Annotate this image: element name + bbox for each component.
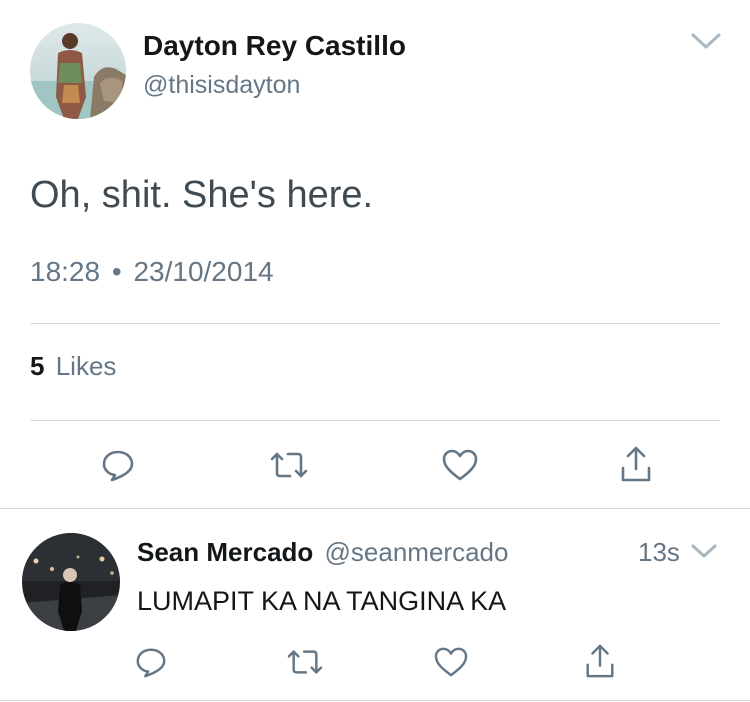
- divider-bottom: [0, 508, 750, 509]
- reply-header: Sean Mercado @seanmercado: [137, 536, 508, 568]
- reply-author-name[interactable]: Sean Mercado: [137, 537, 313, 567]
- divider-top: [30, 323, 720, 324]
- reply-reply-icon[interactable]: [134, 645, 168, 679]
- heart-icon[interactable]: [441, 448, 479, 482]
- tweet-timestamp[interactable]: 18:28 • 23/10/2014: [30, 255, 274, 289]
- retweet-icon[interactable]: [269, 447, 309, 483]
- timestamp-separator: •: [111, 256, 122, 287]
- reply-age: 13s: [638, 537, 680, 567]
- tweet-date: 23/10/2014: [133, 256, 274, 287]
- reply-chevron-down-icon[interactable]: [690, 540, 718, 562]
- reply-author-handle[interactable]: @seanmercado: [325, 537, 509, 567]
- tweet-time: 18:28: [30, 256, 101, 287]
- reply-author-avatar[interactable]: [22, 533, 120, 631]
- author-handle[interactable]: @thisisdayton: [143, 69, 300, 101]
- reply-text: LUMAPIT KA NA TANGINA KA: [137, 586, 507, 616]
- likes-label: Likes: [55, 351, 117, 381]
- reply-retweet-icon[interactable]: [286, 645, 324, 679]
- reply-heart-icon[interactable]: [433, 646, 469, 678]
- likes-stat[interactable]: 5 Likes: [30, 350, 116, 382]
- share-icon[interactable]: [618, 444, 654, 484]
- reply-share-icon[interactable]: [583, 642, 617, 680]
- reply-divider: [0, 700, 750, 701]
- divider-middle: [30, 420, 720, 421]
- author-name[interactable]: Dayton Rey Castillo: [143, 29, 406, 63]
- likes-count: 5: [30, 351, 45, 381]
- reply-icon[interactable]: [100, 447, 136, 483]
- chevron-down-icon[interactable]: [690, 30, 722, 52]
- author-avatar[interactable]: [30, 23, 126, 119]
- tweet-text: Oh, shit. She's here.: [30, 174, 374, 216]
